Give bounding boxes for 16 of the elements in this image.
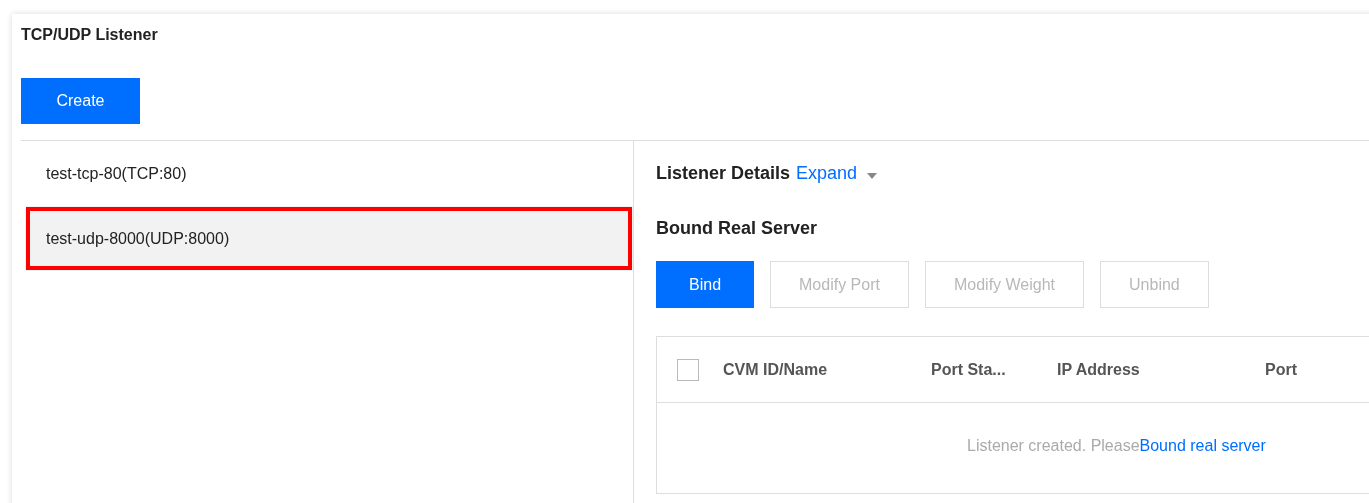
panel-title: TCP/UDP Listener	[21, 26, 158, 44]
caret-icon[interactable]	[867, 173, 878, 179]
listener-item[interactable]: test-tcp-80(TCP:80)	[21, 141, 633, 206]
create-button[interactable]: Create	[21, 78, 140, 124]
bind-link[interactable]: Bound real server	[1139, 437, 1266, 493]
listener-item[interactable]: test-udp-8000(UDP:8000)	[25, 206, 633, 271]
action-button[interactable]: Bind	[656, 261, 755, 308]
expand-link[interactable]: Expand	[796, 163, 858, 184]
section-title: Bound Real Server	[656, 218, 818, 239]
column-header: CVM ID/Name	[723, 360, 828, 378]
empty-message: Listener created. Please	[967, 437, 1140, 456]
section-title: Listener Details	[656, 163, 791, 184]
select-all-checkbox[interactable]	[677, 358, 699, 381]
column-header: IP Address	[1057, 360, 1140, 378]
column-header: Port	[1265, 360, 1297, 378]
column-header: Port Sta...	[931, 360, 1006, 378]
